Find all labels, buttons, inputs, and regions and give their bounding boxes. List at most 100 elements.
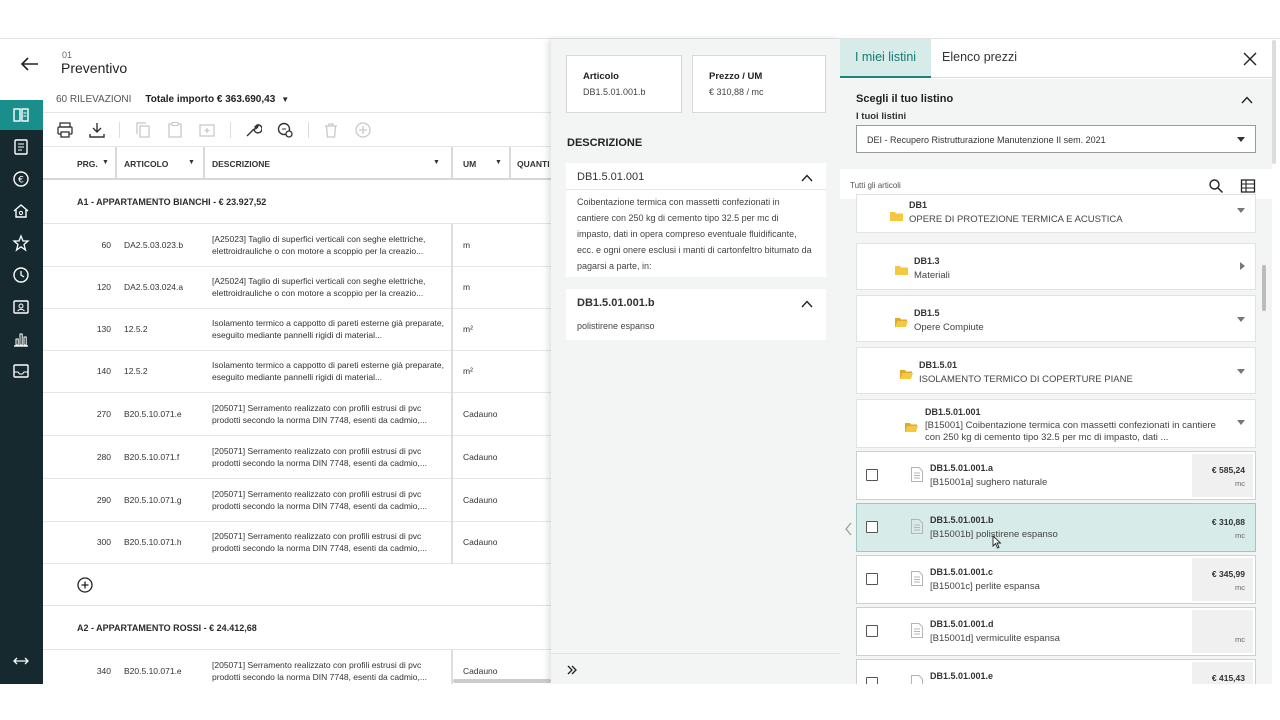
chevron-up-icon[interactable] (1240, 93, 1254, 107)
column-divider (115, 147, 117, 180)
column-prg[interactable]: PRG. (77, 159, 98, 169)
contacts-icon[interactable] (12, 298, 30, 316)
variant-accordion[interactable]: DB1.5.01.001.b polistirene espanso (566, 289, 826, 340)
column-descrizione[interactable]: DESCRIZIONE (212, 159, 270, 169)
search-icon[interactable] (1208, 178, 1224, 194)
print-icon[interactable] (56, 121, 74, 139)
tab-price-list[interactable]: Elenco prezzi (942, 39, 1017, 78)
table-row[interactable]: 140 12.5.2 Isolamento termico a cappotto d… (43, 350, 551, 393)
price-card: Prezzo / UM € 310,88 / mc (692, 55, 826, 113)
table-row[interactable]: 280 B20.5.10.071.f [205071] Serramento rea… (43, 436, 551, 479)
price-list-panel: I miei listini Elenco prezzi Scegli il t… (840, 39, 1280, 690)
toolbar-divider (308, 122, 309, 138)
home-icon[interactable] (12, 202, 30, 220)
description-accordion[interactable]: DB1.5.01.001 Coibentazione termica con m… (566, 163, 826, 277)
chevron-up-icon[interactable] (800, 171, 814, 185)
svg-text:€: € (18, 176, 24, 186)
price-box: € 310,88 mc (1192, 506, 1253, 549)
table-row[interactable]: 120 DA2.5.03.024.a [A25024] Taglio di supe… (43, 266, 551, 309)
chevron-down-icon[interactable] (1237, 208, 1245, 213)
column-divider (509, 147, 511, 180)
item-checkbox[interactable] (866, 469, 878, 481)
list-item[interactable]: DB1.5.01.001.d [B15001d] vermiculite esp… (856, 607, 1256, 656)
close-icon[interactable] (1241, 50, 1259, 68)
item-checkbox[interactable] (866, 521, 878, 533)
tree-node[interactable]: DB1.5.01 ISOLAMENTO TERMICO DI COPERTURE… (856, 347, 1256, 394)
group-header[interactable]: A1 - APPARTAMENTO BIANCHI - € 23.927,52 (43, 180, 551, 224)
tree-node[interactable]: DB1.5.01.001 [B15001] Coibentazione term… (856, 399, 1256, 448)
price-list-select[interactable]: DEI - Recupero Ristrutturazione Manutenz… (856, 125, 1256, 153)
add-circle-icon[interactable] (77, 577, 93, 593)
inbox-icon[interactable] (12, 362, 30, 380)
sort-icon[interactable]: ▼ (433, 159, 440, 166)
mouse-cursor (992, 534, 1002, 549)
list-item-selected[interactable]: DB1.5.01.001.b [B15001b] polistirene esp… (856, 503, 1256, 552)
group-header[interactable]: A2 - APPARTAMENTO ROSSI - € 24.412,68 (43, 606, 551, 650)
summary-bar: 60 RILEVAZIONI Totale importo € 363.690,… (43, 87, 551, 113)
document-list-icon[interactable] (12, 138, 30, 156)
sort-icon[interactable]: ▼ (495, 159, 502, 166)
estimate-icon[interactable] (12, 106, 30, 124)
total-amount[interactable]: Totale importo € 363.690,43 (145, 94, 275, 105)
chevron-left-icon[interactable] (843, 521, 855, 537)
tree-node[interactable]: DB1.3 Materiali (856, 243, 1256, 290)
folder-icon (895, 262, 908, 275)
sync-icon[interactable] (276, 121, 294, 139)
table-row[interactable]: 300 B20.5.10.071.h [205071] Serramento rea… (43, 521, 551, 564)
table-row[interactable]: 60 DA2.5.03.023.b [A25023] Taglio di super… (43, 224, 551, 267)
page-title: Preventivo (61, 60, 128, 76)
wrench-icon[interactable] (244, 121, 262, 139)
euro-icon[interactable]: € (12, 170, 30, 188)
price-box: € 585,24 mc (1192, 454, 1253, 497)
chevron-right-icon[interactable] (1240, 262, 1245, 270)
chevron-up-icon[interactable] (800, 297, 814, 311)
sort-icon[interactable]: ▼ (188, 159, 195, 166)
chart-icon[interactable] (12, 330, 30, 348)
column-articolo[interactable]: ARTICOLO (124, 159, 168, 169)
article-card: Articolo DB1.5.01.001.b (566, 55, 682, 113)
item-checkbox[interactable] (866, 625, 878, 637)
item-checkbox[interactable] (866, 573, 878, 585)
list-item[interactable]: DB1.5.01.001.a [B15001a] sughero natural… (856, 451, 1256, 500)
paste-icon[interactable] (166, 121, 184, 139)
horizontal-scrollbar[interactable] (453, 679, 551, 683)
tree-scrollbar[interactable] (1262, 265, 1266, 311)
download-icon[interactable] (88, 121, 106, 139)
app-sidebar: € (0, 100, 43, 684)
add-circle-icon[interactable] (354, 121, 372, 139)
tree-node[interactable]: DB1 OPERE DI PROTEZIONE TERMICA E ACUSTI… (856, 194, 1256, 233)
tab-bar: I miei listini Elenco prezzi (840, 39, 1272, 78)
tree-node[interactable]: DB1.5 Opere Compiute (856, 295, 1256, 342)
list-item[interactable]: DB1.5.01.001.e € 415,43 (856, 659, 1256, 690)
clock-icon[interactable] (12, 266, 30, 284)
expand-icon[interactable] (12, 652, 30, 670)
article-detail-panel: Articolo DB1.5.01.001.b Prezzo / UM € 31… (551, 39, 840, 684)
chevron-down-icon[interactable] (1237, 420, 1245, 425)
back-arrow-icon[interactable] (18, 52, 42, 76)
table-row[interactable]: 130 12.5.2 Isolamento termico a cappotto d… (43, 308, 551, 351)
section-scrollbar[interactable] (1272, 40, 1276, 164)
chevron-down-icon[interactable]: ▼ (281, 95, 289, 104)
choose-list-section: Scegli il tuo listino I tuoi listini DEI… (840, 79, 1272, 169)
table-row[interactable]: 270 B20.5.10.071.e [205071] Serramento rea… (43, 393, 551, 436)
sort-icon[interactable]: ▼ (102, 159, 109, 166)
copy-icon[interactable] (134, 121, 152, 139)
breadcrumb-number: 01 (62, 50, 73, 60)
chevron-down-icon[interactable] (1237, 317, 1245, 322)
table-view-icon[interactable] (1240, 178, 1256, 194)
tab-my-price-lists[interactable]: I miei listini (840, 39, 931, 78)
star-icon[interactable] (12, 234, 30, 252)
double-chevron-right-icon[interactable] (566, 663, 578, 675)
chevron-down-icon[interactable] (1237, 369, 1245, 374)
folder-open-icon (895, 314, 908, 327)
column-um[interactable]: UM (463, 159, 476, 169)
list-item[interactable]: DB1.5.01.001.c [B15001c] perlite espansa… (856, 555, 1256, 604)
duplicate-icon[interactable] (198, 121, 216, 139)
column-quantita[interactable]: QUANTI (517, 159, 550, 169)
table-row[interactable]: 290 B20.5.10.071.g [205071] Serramento rea… (43, 479, 551, 522)
price-box: mc (1192, 610, 1253, 653)
top-strip (0, 0, 1280, 39)
price-box: € 345,99 mc (1192, 558, 1253, 601)
trash-icon[interactable] (322, 121, 340, 139)
bottom-strip (0, 684, 1280, 720)
